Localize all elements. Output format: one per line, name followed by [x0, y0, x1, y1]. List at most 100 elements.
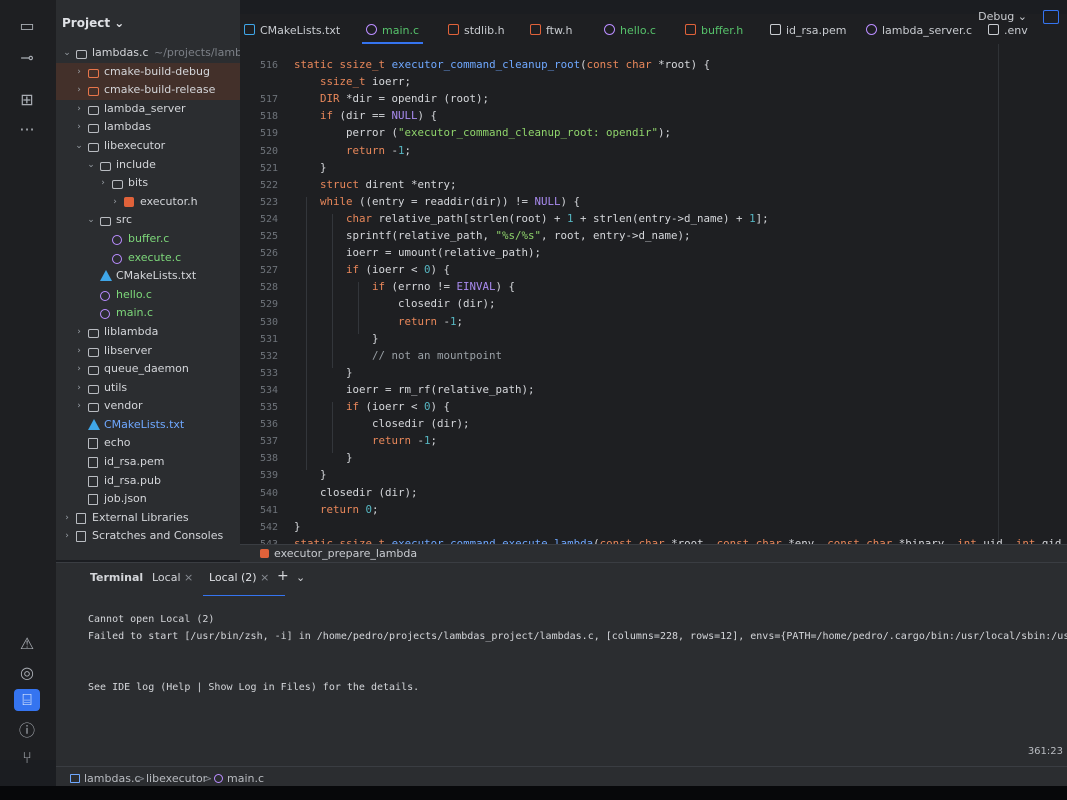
tree-item[interactable]: echo — [56, 434, 240, 453]
chevron-right-icon[interactable]: › — [74, 81, 84, 100]
tree-item[interactable]: › Scratches and Consoles — [56, 527, 240, 546]
code-line[interactable]: perror ("executor_command_cleanup_root: … — [346, 126, 671, 139]
code-line[interactable]: } — [320, 161, 327, 174]
code-line[interactable]: return -1; — [398, 315, 463, 328]
tree-item[interactable]: › lambda_server — [56, 100, 240, 119]
tree-item[interactable]: › utils — [56, 379, 240, 398]
tab-hello-c[interactable]: hello.c — [604, 14, 656, 44]
tree-item[interactable]: id_rsa.pem — [56, 453, 240, 472]
tab-ftw-h[interactable]: ftw.h — [530, 14, 572, 44]
tab-id-rsa-pem[interactable]: id_rsa.pem — [770, 14, 847, 44]
code-line[interactable]: if (errno != EINVAL) { — [372, 280, 515, 293]
chevron-right-icon[interactable]: › — [74, 118, 84, 137]
code-line[interactable]: if (dir == NULL) { — [320, 109, 437, 122]
window-control-icon[interactable] — [1043, 10, 1059, 24]
close-icon[interactable]: × — [260, 571, 269, 584]
chevron-right-icon[interactable]: › — [74, 360, 84, 379]
tree-item[interactable]: CMakeLists.txt — [56, 267, 240, 286]
code-line[interactable]: char relative_path[strlen(root) + 1 + st… — [346, 212, 769, 225]
tree-item[interactable]: hello.c — [56, 286, 240, 305]
code-line[interactable]: } — [294, 520, 301, 533]
close-icon[interactable]: × — [184, 571, 193, 584]
code-line[interactable]: if (ioerr < 0) { — [346, 263, 450, 276]
chevron-right-icon[interactable]: › — [74, 342, 84, 361]
code-line[interactable]: struct dirent *entry; — [320, 178, 457, 191]
chevron-right-icon[interactable]: › — [74, 323, 84, 342]
tree-item[interactable]: › lambdas — [56, 118, 240, 137]
code-line[interactable]: } — [346, 366, 353, 379]
code-line[interactable]: closedir (dir); — [372, 417, 470, 430]
chevron-right-icon[interactable]: › — [74, 63, 84, 82]
tab-cmakelists-txt[interactable]: CMakeLists.txt — [244, 14, 340, 44]
notifications-icon[interactable]: ⓘ — [14, 718, 40, 740]
tree-item[interactable]: › vendor — [56, 397, 240, 416]
tree-item[interactable]: ⌄ libexecutor — [56, 137, 240, 156]
tree-item[interactable]: buffer.c — [56, 230, 240, 249]
tab-buffer-h[interactable]: buffer.h — [685, 14, 743, 44]
new-tab-plus-icon[interactable]: + — [277, 568, 289, 584]
chevron-right-icon[interactable]: › — [74, 100, 84, 119]
chevron-right-icon[interactable]: › — [62, 509, 72, 528]
breadcrumb-project[interactable]: lambdas.c — [70, 772, 141, 785]
code-line[interactable]: ioerr = umount(relative_path); — [346, 246, 541, 259]
chevron-down-icon[interactable]: ⌄ — [74, 137, 84, 156]
tab-lambda-server-c[interactable]: lambda_server.c — [866, 14, 972, 44]
code-line[interactable]: return 0; — [320, 503, 379, 516]
chevron-right-icon[interactable]: › — [74, 397, 84, 416]
problems-icon[interactable]: ⚠ — [14, 632, 40, 654]
tree-item[interactable]: execute.c — [56, 249, 240, 268]
tree-item[interactable]: › cmake-build-debug — [56, 62, 240, 82]
chevron-down-icon[interactable]: ⌄ — [296, 571, 305, 584]
structure-icon[interactable]: ⊞ — [14, 88, 40, 110]
chevron-down-icon[interactable]: ⌄ — [86, 211, 96, 230]
services-icon[interactable]: ◎ — [14, 661, 40, 683]
chevron-right-icon[interactable]: › — [62, 527, 72, 546]
tab-stdlib-h[interactable]: stdlib.h — [448, 14, 505, 44]
project-view-icon[interactable]: ▭ — [14, 14, 40, 36]
tree-item[interactable]: › libserver — [56, 342, 240, 361]
code-line[interactable]: } — [346, 451, 353, 464]
tree-item[interactable]: CMakeLists.txt — [56, 416, 240, 435]
code-line[interactable]: static ssize_t executor_command_execute_… — [294, 537, 1067, 544]
breadcrumb-scope-bar[interactable]: executor_prepare_lambda — [240, 544, 1067, 562]
commit-icon[interactable]: ⊸ — [14, 46, 40, 68]
project-view-title[interactable]: Project ⌄ — [62, 16, 124, 30]
tree-item[interactable]: id_rsa.pub — [56, 472, 240, 491]
tree-item[interactable]: ⌄ lambdas.c ~/projects/lamb — [56, 44, 240, 63]
tab-main-c[interactable]: main.c — [361, 14, 424, 44]
code-line[interactable]: sprintf(relative_path, "%s/%s", root, en… — [346, 229, 691, 242]
tree-item[interactable]: main.c — [56, 304, 240, 323]
tree-item[interactable]: › bits — [56, 174, 240, 193]
code-line[interactable]: closedir (dir); — [398, 297, 496, 310]
code-line[interactable]: DIR *dir = opendir (root); — [320, 92, 489, 105]
tree-item[interactable]: › queue_daemon — [56, 360, 240, 379]
terminal-output[interactable]: 361:23 Cannot open Local (2) Failed to st… — [56, 596, 1067, 766]
tree-item[interactable]: › cmake-build-release — [56, 81, 240, 100]
tree-item[interactable]: ⌄ include — [56, 156, 240, 175]
tree-item[interactable]: › liblambda — [56, 323, 240, 342]
code-line[interactable]: return -1; — [372, 434, 437, 447]
chevron-right-icon[interactable]: › — [98, 174, 108, 193]
git-icon[interactable]: ⑂ — [14, 746, 40, 768]
code-line[interactable]: ioerr = rm_rf(relative_path); — [346, 383, 535, 396]
chevron-down-icon[interactable]: ⌄ — [62, 44, 72, 63]
code-line[interactable]: } — [320, 468, 327, 481]
tree-item[interactable]: ⌄ src — [56, 211, 240, 230]
code-line[interactable]: // not an mountpoint — [372, 349, 502, 362]
code-line[interactable]: return -1; — [346, 144, 411, 157]
code-line[interactable]: while ((entry = readdir(dir)) != NULL) { — [320, 195, 580, 208]
breadcrumb-file[interactable]: main.c — [214, 772, 264, 785]
tree-item[interactable]: job.json — [56, 490, 240, 509]
code-line[interactable]: } — [372, 332, 379, 345]
code-line[interactable]: ssize_t ioerr; — [320, 75, 411, 88]
breadcrumb-folder[interactable]: libexecutor — [146, 772, 207, 785]
code-editor[interactable]: 516 static ssize_t executor_command_clean… — [240, 44, 1067, 544]
terminal-icon[interactable]: ⌸ — [14, 689, 40, 711]
tab--env[interactable]: .env — [988, 14, 1028, 44]
tree-item[interactable]: › External Libraries — [56, 509, 240, 528]
code-line[interactable]: closedir (dir); — [320, 486, 418, 499]
chevron-right-icon[interactable]: › — [74, 379, 84, 398]
tab-local[interactable]: Local × — [152, 571, 193, 584]
code-line[interactable]: static ssize_t executor_command_cleanup_… — [294, 58, 710, 71]
more-tools-icon[interactable]: ··· — [14, 118, 40, 140]
